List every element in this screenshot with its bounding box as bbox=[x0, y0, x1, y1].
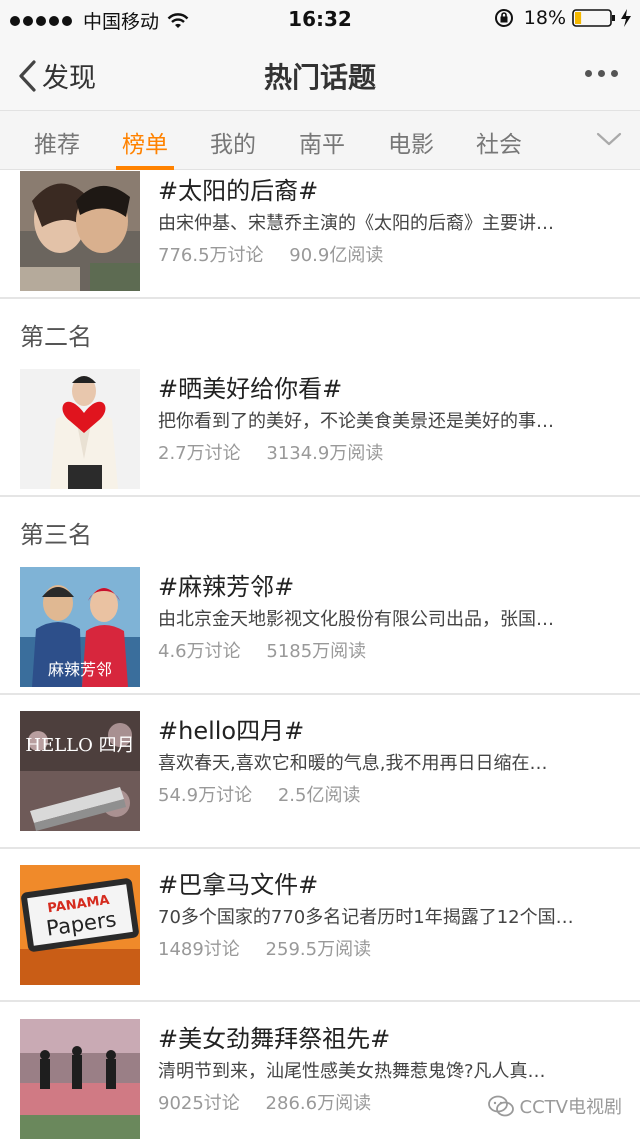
topic-thumbnail bbox=[20, 369, 140, 489]
topic-stats: 9025讨论 286.6万阅读 bbox=[158, 1089, 391, 1115]
topic-item[interactable]: #太阳的后裔# 由宋仲基、宋慧乔主演的《太阳的后裔》主要讲… 776.5万讨论 … bbox=[0, 171, 640, 291]
rank-label: 第三名 bbox=[20, 521, 92, 549]
discussion-count: 1489讨论 bbox=[158, 939, 240, 960]
battery-icon bbox=[572, 9, 615, 27]
read-count: 2.5亿阅读 bbox=[277, 785, 361, 806]
topic-title: #太阳的后裔# bbox=[158, 177, 319, 205]
topic-stats: 54.9万讨论 2.5亿阅读 bbox=[158, 781, 380, 807]
page-title: 热门话题 bbox=[263, 61, 376, 94]
topic-title: #美女劲舞拜祭祖先# bbox=[158, 1025, 391, 1053]
tab-society[interactable]: 社会 bbox=[476, 125, 522, 159]
discussion-count: 776.5万讨论 bbox=[158, 245, 264, 266]
read-count: 259.5万阅读 bbox=[265, 939, 372, 960]
thumbnail-caption: 麻辣芳邻 bbox=[48, 660, 112, 679]
navigation-bar: 发现 热门话题 bbox=[0, 40, 640, 110]
category-tabs: 推荐 榜单 我的 南平 电影 社会 bbox=[0, 110, 640, 170]
read-count: 90.9亿阅读 bbox=[289, 245, 384, 266]
divider bbox=[0, 495, 640, 497]
topic-description: 70多个国家的770多名记者历时1年揭露了12个国… bbox=[158, 907, 574, 928]
topic-thumbnail: 麻辣芳邻 bbox=[20, 567, 140, 687]
tab-nanping[interactable]: 南平 bbox=[299, 125, 345, 159]
topic-title: #hello四月# bbox=[158, 717, 305, 745]
topic-description: 清明节到来，汕尾性感美女热舞惹鬼馋?凡人真… bbox=[158, 1061, 546, 1082]
topic-title: #晒美好给你看# bbox=[158, 375, 343, 403]
more-options-icon[interactable] bbox=[579, 70, 618, 77]
topic-thumbnail: PANAMA Papers bbox=[20, 865, 140, 985]
tab-rankings[interactable]: 榜单 bbox=[122, 125, 168, 159]
topic-stats: 2.7万讨论 3134.9万阅读 bbox=[158, 439, 403, 465]
topic-thumbnail: HELLO 四月 bbox=[20, 711, 140, 831]
rotation-lock-icon bbox=[494, 9, 513, 27]
topic-item[interactable]: HELLO 四月 #hello四月# 喜欢春天,喜欢它和暖的气息,我不用再日日缩… bbox=[0, 701, 640, 831]
watermark-text: CCTV电视剧 bbox=[519, 1097, 622, 1118]
topic-item[interactable]: #晒美好给你看# 把你看到了的美好，不论美食美景还是美好的事… 2.7万讨论 3… bbox=[0, 359, 640, 489]
tab-movies[interactable]: 电影 bbox=[388, 125, 434, 159]
tab-mine[interactable]: 我的 bbox=[210, 125, 256, 159]
discussion-count: 9025讨论 bbox=[158, 1093, 240, 1114]
chevron-down-icon[interactable] bbox=[596, 131, 622, 147]
watermark: CCTV电视剧 bbox=[487, 1093, 622, 1119]
topic-item[interactable]: PANAMA Papers #巴拿马文件# 70多个国家的770多名记者历时1年… bbox=[0, 855, 640, 985]
topic-description: 把你看到了的美好，不论美食美景还是美好的事… bbox=[158, 411, 554, 432]
discussion-count: 2.7万讨论 bbox=[158, 443, 241, 464]
topic-thumbnail bbox=[20, 171, 140, 291]
topic-item[interactable]: #美女劲舞拜祭祖先# 清明节到来，汕尾性感美女热舞惹鬼馋?凡人真… 9025讨论… bbox=[0, 1009, 640, 1139]
divider bbox=[0, 693, 640, 695]
status-bar: 中国移动 16:32 18% bbox=[0, 0, 640, 40]
topic-list: #太阳的后裔# 由宋仲基、宋慧乔主演的《太阳的后裔》主要讲… 776.5万讨论 … bbox=[0, 171, 640, 1139]
wechat-icon bbox=[487, 1095, 514, 1117]
active-tab-indicator bbox=[116, 166, 174, 170]
divider bbox=[0, 1000, 640, 1002]
topic-description: 由北京金天地影视文化股份有限公司出品，张国… bbox=[158, 609, 554, 630]
thumbnail-caption: HELLO 四月 bbox=[25, 735, 134, 756]
read-count: 5185万阅读 bbox=[266, 641, 367, 662]
divider bbox=[0, 297, 640, 299]
topic-stats: 776.5万讨论 90.9亿阅读 bbox=[158, 241, 403, 267]
topic-item[interactable]: 麻辣芳邻 #麻辣芳邻# 由北京金天地影视文化股份有限公司出品，张国… 4.6万讨… bbox=[0, 557, 640, 687]
tab-recommend[interactable]: 推荐 bbox=[34, 125, 80, 159]
topic-description: 由宋仲基、宋慧乔主演的《太阳的后裔》主要讲… bbox=[158, 213, 554, 234]
status-right: 18% bbox=[494, 7, 632, 29]
topic-title: #巴拿马文件# bbox=[158, 871, 319, 899]
topic-description: 喜欢春天,喜欢它和暖的气息,我不用再日日缩在… bbox=[158, 753, 548, 774]
read-count: 286.6万阅读 bbox=[265, 1093, 372, 1114]
discussion-count: 54.9万讨论 bbox=[158, 785, 253, 806]
rank-label: 第二名 bbox=[20, 323, 92, 351]
battery-percent: 18% bbox=[523, 7, 566, 29]
topic-stats: 4.6万讨论 5185万阅读 bbox=[158, 637, 386, 663]
topic-title: #麻辣芳邻# bbox=[158, 573, 295, 601]
read-count: 3134.9万阅读 bbox=[266, 443, 384, 464]
topic-thumbnail bbox=[20, 1019, 140, 1139]
discussion-count: 4.6万讨论 bbox=[158, 641, 241, 662]
divider bbox=[0, 847, 640, 849]
charging-bolt-icon bbox=[621, 9, 631, 27]
topic-stats: 1489讨论 259.5万阅读 bbox=[158, 935, 391, 961]
